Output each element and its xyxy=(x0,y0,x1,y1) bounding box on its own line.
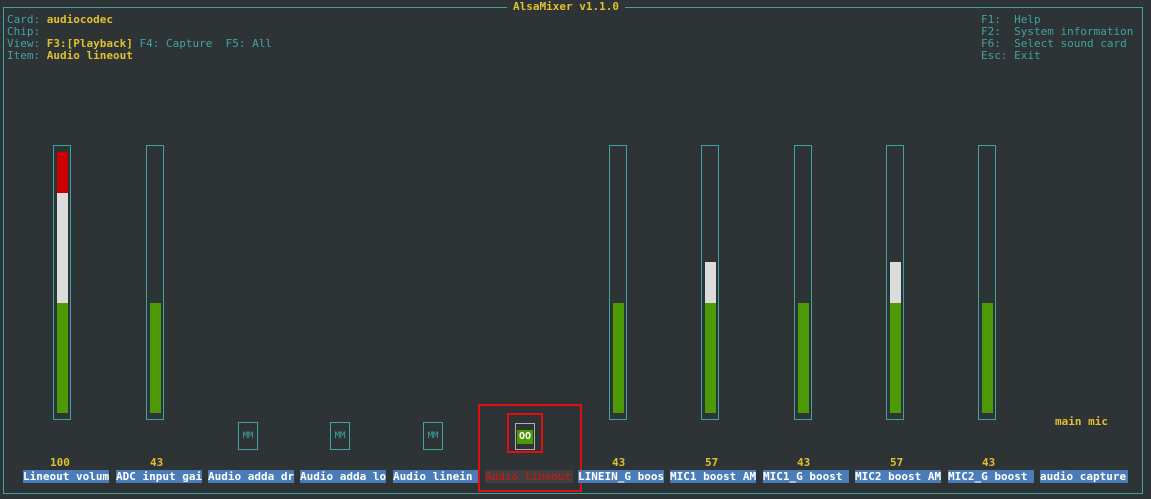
switch-audio-linein[interactable]: MM xyxy=(423,422,443,450)
channel-label[interactable]: Audio adda dr xyxy=(208,470,294,483)
switch-audio-adda-dr[interactable]: MM xyxy=(238,422,258,450)
channel-label[interactable]: Lineout volum xyxy=(23,470,109,483)
level-white xyxy=(890,262,901,303)
level-green xyxy=(798,303,809,413)
level-value: 43 xyxy=(612,456,626,469)
channel-label[interactable]: ADC input gai xyxy=(116,470,202,483)
channel-label[interactable]: MIC2_G boost xyxy=(948,470,1034,483)
slider-adc-input-gain[interactable] xyxy=(146,145,164,420)
level-red xyxy=(57,152,68,193)
switch-audio-adda-lo[interactable]: MM xyxy=(330,422,350,450)
slider-mic2-g-boost[interactable] xyxy=(978,145,996,420)
level-green xyxy=(613,303,624,413)
help-esc[interactable]: Esc: Exit xyxy=(981,50,1133,62)
slider-lineout-volume[interactable] xyxy=(53,145,71,420)
highlight-box-outer xyxy=(478,404,582,492)
level-value: 43 xyxy=(797,456,811,469)
level-value: 100 xyxy=(50,456,70,469)
level-value: 43 xyxy=(982,456,996,469)
level-white xyxy=(705,262,716,303)
item-value: Audio lineout xyxy=(46,49,133,62)
level-green xyxy=(705,303,716,413)
card-line: Card: audiocodec xyxy=(7,14,272,26)
help-panel: F1: Help F2: System information F6: Sele… xyxy=(981,14,1133,62)
info-panel: Card: audiocodec Chip: View: F3:[Playbac… xyxy=(7,14,272,62)
channel-label[interactable]: MIC1_G boost xyxy=(763,470,849,483)
view-capture[interactable]: F4: Capture xyxy=(139,37,212,50)
level-value: 57 xyxy=(705,456,719,469)
channel-label[interactable]: audio capture xyxy=(1040,470,1128,483)
slider-mic1-boost-am[interactable] xyxy=(701,145,719,420)
channel-label[interactable]: MIC2 boost AM xyxy=(855,470,941,483)
channel-label[interactable]: MIC1 boost AM xyxy=(670,470,756,483)
view-all[interactable]: F5: All xyxy=(226,37,272,50)
level-green xyxy=(890,303,901,413)
channel-label[interactable]: Audio adda lo xyxy=(300,470,386,483)
slider-linein-g-boost[interactable] xyxy=(609,145,627,420)
level-white xyxy=(57,193,68,303)
slider-mic1-g-boost[interactable] xyxy=(794,145,812,420)
level-green xyxy=(150,303,161,413)
window-title: AlsaMixer v1.1.0 xyxy=(507,1,625,13)
item-line: Item: Audio lineout xyxy=(7,50,272,62)
level-value: 43 xyxy=(150,456,164,469)
level-green xyxy=(57,303,68,413)
level-value: 57 xyxy=(890,456,904,469)
item-label: Item: xyxy=(7,49,41,62)
card-value: audiocodec xyxy=(46,13,113,26)
channel-label[interactable]: LINEIN_G boos xyxy=(578,470,664,483)
capture-enum-value[interactable]: main mic xyxy=(1055,416,1108,428)
level-green xyxy=(982,303,993,413)
slider-mic2-boost-am[interactable] xyxy=(886,145,904,420)
channel-label[interactable]: Audio linein xyxy=(393,470,479,483)
